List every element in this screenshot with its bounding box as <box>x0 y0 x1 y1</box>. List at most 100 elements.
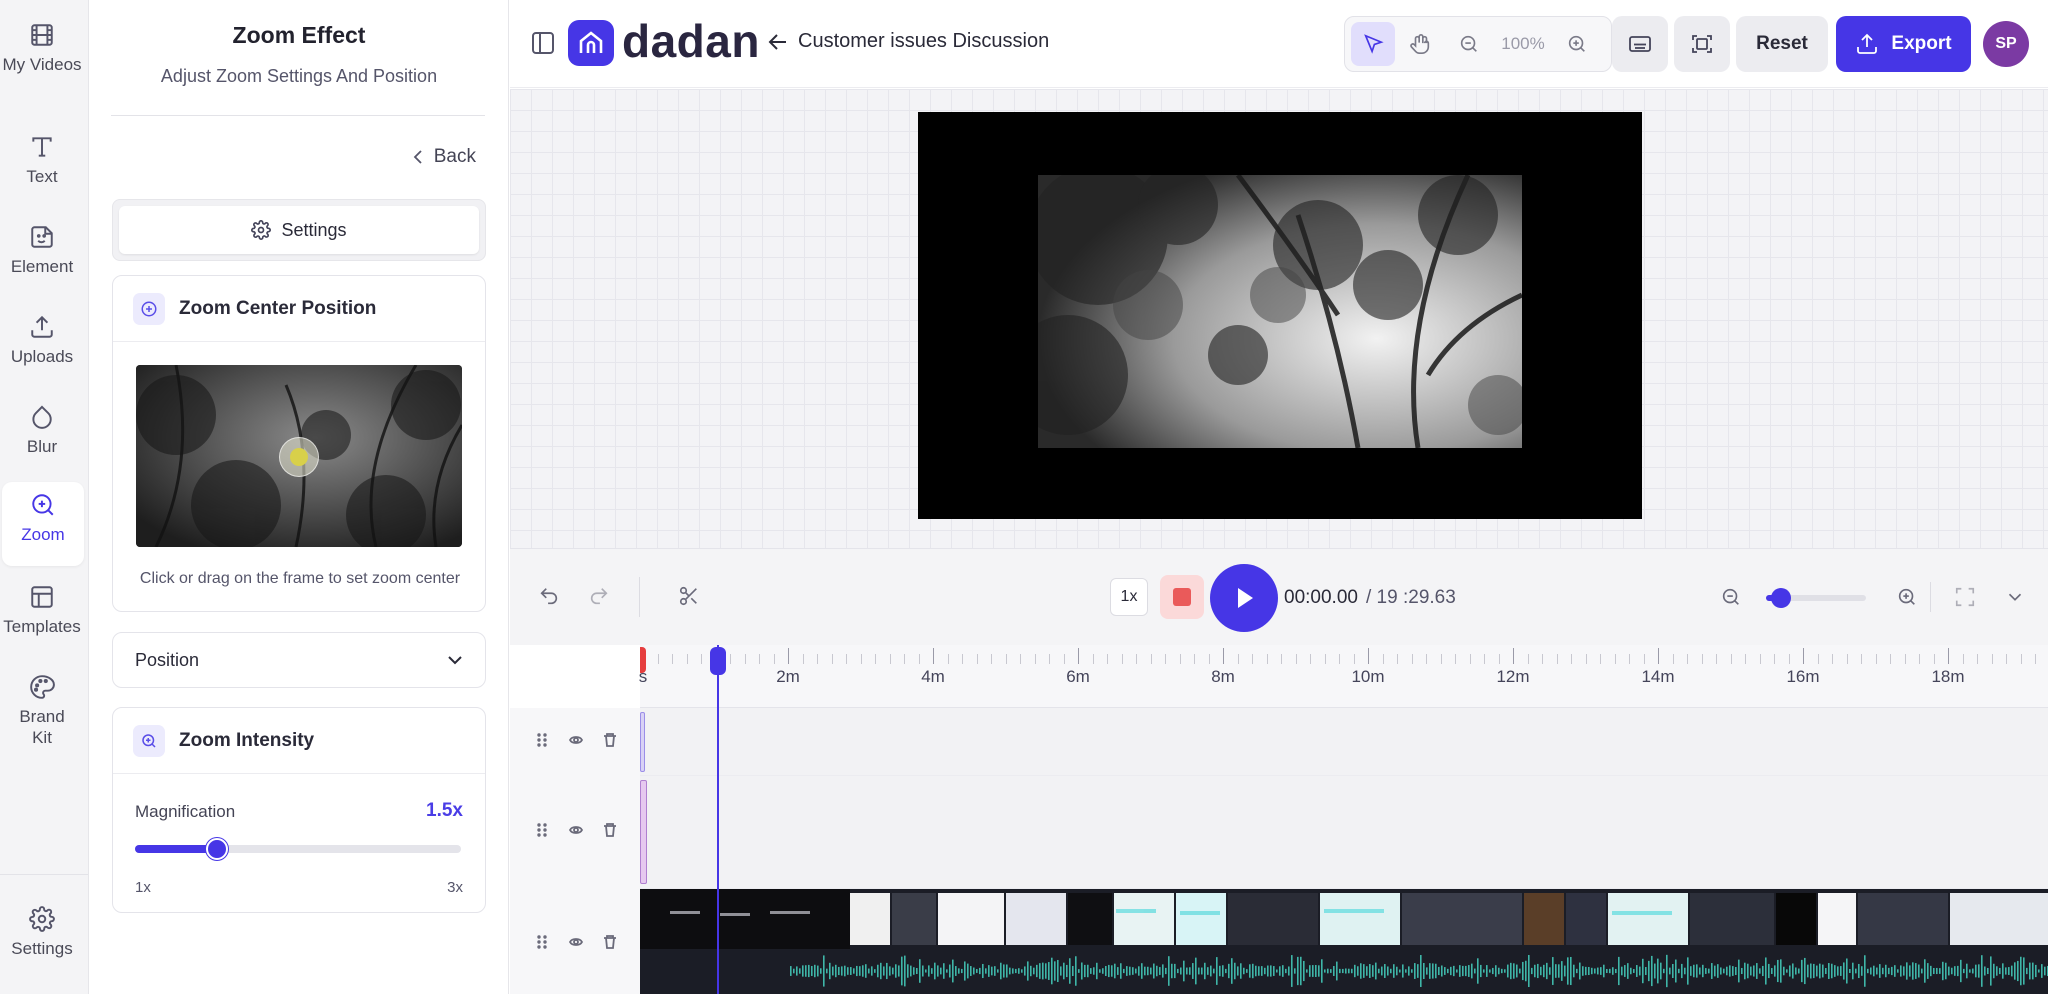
visibility-icon[interactable] <box>568 822 584 838</box>
waveform-bar <box>970 966 972 976</box>
waveform-bar <box>880 962 882 980</box>
ruler-tick <box>802 654 804 664</box>
avatar[interactable]: SP <box>1983 21 2029 67</box>
rail-item-templates[interactable]: Templates <box>0 584 84 637</box>
card-title: Zoom Center Position <box>179 297 377 319</box>
waveform-bar <box>1756 963 1758 979</box>
timeline-zoom-out-button[interactable] <box>1720 586 1742 613</box>
trash-icon[interactable] <box>602 822 618 838</box>
waveform-bar <box>820 968 822 974</box>
waveform-bar <box>1540 966 1542 976</box>
pan-tool-button[interactable] <box>1399 22 1443 66</box>
rail-item-uploads[interactable]: Uploads <box>0 314 84 367</box>
redo-button[interactable] <box>588 585 610 612</box>
track-row[interactable] <box>640 776 2048 889</box>
magnification-slider[interactable] <box>135 838 461 860</box>
collapse-timeline-button[interactable] <box>2004 586 2026 613</box>
project-title[interactable]: Customer issues Discussion <box>768 30 1049 53</box>
sidebar-toggle-icon[interactable] <box>532 32 554 54</box>
waveform-bar <box>1483 969 1485 973</box>
waveform-bar <box>1564 965 1566 977</box>
timeline-zoom-slider[interactable] <box>1766 588 1866 608</box>
ruler-tick <box>759 654 760 664</box>
back-button[interactable]: Back <box>412 146 476 168</box>
waveform-bar <box>1459 965 1461 977</box>
upload-icon <box>31 315 53 338</box>
waveform-bar <box>1570 956 1572 986</box>
timeline-zoom-in-button[interactable] <box>1896 586 1918 613</box>
keyboard-shortcuts-button[interactable] <box>1612 16 1668 72</box>
ruler-tick <box>1498 654 1500 664</box>
clip-handle[interactable] <box>640 780 647 884</box>
ruler-tick <box>788 648 789 664</box>
waveform-bar <box>1267 965 1269 977</box>
select-tool-button[interactable] <box>1351 22 1395 66</box>
export-button[interactable]: Export <box>1836 16 1971 72</box>
waveform-bar <box>1741 967 1743 975</box>
waveform-bar <box>1111 965 1113 977</box>
rail-item-my-videos[interactable]: My Videos <box>0 22 84 75</box>
zoom-center-marker[interactable] <box>279 437 319 477</box>
zoom-center-card: Zoom Center Position Click or drag on th… <box>112 275 486 612</box>
waveform-bar <box>892 967 894 975</box>
split-button[interactable] <box>678 585 700 612</box>
rail-item-zoom[interactable]: Zoom <box>2 482 84 566</box>
waveform-bar <box>1513 963 1515 979</box>
ruler-tick <box>1426 654 1427 664</box>
rail-item-brand-kit[interactable]: Brand Kit <box>0 674 84 748</box>
visibility-icon[interactable] <box>568 732 584 748</box>
waveform-bar <box>1042 962 1044 980</box>
zoom-in-button[interactable] <box>1555 22 1599 66</box>
zoom-center-frame[interactable] <box>136 365 462 547</box>
waveform-bar <box>1489 969 1491 973</box>
waveform-bar <box>1576 968 1578 974</box>
text-icon <box>32 137 52 157</box>
play-button[interactable] <box>1210 564 1278 632</box>
slider-thumb[interactable] <box>205 838 228 860</box>
drag-handle-icon[interactable] <box>534 732 550 748</box>
ruler-tick <box>657 654 659 664</box>
clip-handle[interactable] <box>640 712 645 772</box>
stop-button[interactable] <box>1160 575 1204 619</box>
canvas-tools: 100% <box>1344 16 1612 72</box>
waveform-bar <box>1759 968 1761 974</box>
rail-item-text[interactable]: Text <box>0 134 84 187</box>
video-track-clip[interactable] <box>640 889 2048 994</box>
visibility-icon[interactable] <box>568 934 584 950</box>
reset-button[interactable]: Reset <box>1736 16 1828 72</box>
rail-item-element[interactable]: Element <box>0 224 84 277</box>
rail-item-settings[interactable]: Settings <box>0 906 84 959</box>
tab-settings[interactable]: Settings <box>119 206 479 254</box>
position-accordion[interactable]: Position <box>112 632 486 688</box>
rail-item-blur[interactable]: Blur <box>0 404 84 457</box>
playback-speed-button[interactable]: 1x <box>1110 578 1148 616</box>
video-preview[interactable] <box>918 112 1642 519</box>
drag-handle-icon[interactable] <box>534 934 550 950</box>
undo-button[interactable] <box>538 585 560 612</box>
playhead-handle[interactable] <box>710 647 726 675</box>
timeline-ruler[interactable]: s 2m 4m 6m 8m 10m 12m 14m 16m 18m <box>639 645 2048 708</box>
gear-icon <box>251 220 272 240</box>
zoom-out-button[interactable] <box>1447 22 1491 66</box>
drag-handle-icon[interactable] <box>534 822 550 838</box>
slider-thumb[interactable] <box>1771 588 1791 608</box>
ruler-tick <box>962 654 963 664</box>
waveform-bar <box>1999 967 2001 975</box>
waveform-bar <box>952 959 954 983</box>
waveform-bar <box>883 966 885 976</box>
waveform-bar <box>1090 968 1092 974</box>
waveform-bar <box>1213 968 1215 974</box>
track-controls-2 <box>534 822 618 838</box>
trash-icon[interactable] <box>602 732 618 748</box>
trash-icon[interactable] <box>602 934 618 950</box>
waveform-bar <box>1402 964 1404 978</box>
waveform-bar <box>985 968 987 974</box>
waveform-bar <box>1384 964 1386 978</box>
redo-icon <box>590 588 608 605</box>
waveform-bar <box>1555 964 1557 978</box>
track-row[interactable] <box>640 708 2048 776</box>
fullscreen-button[interactable] <box>1954 586 1976 613</box>
start-marker[interactable] <box>640 647 646 673</box>
stop-icon <box>1173 588 1191 606</box>
fit-to-screen-button[interactable] <box>1674 16 1730 72</box>
